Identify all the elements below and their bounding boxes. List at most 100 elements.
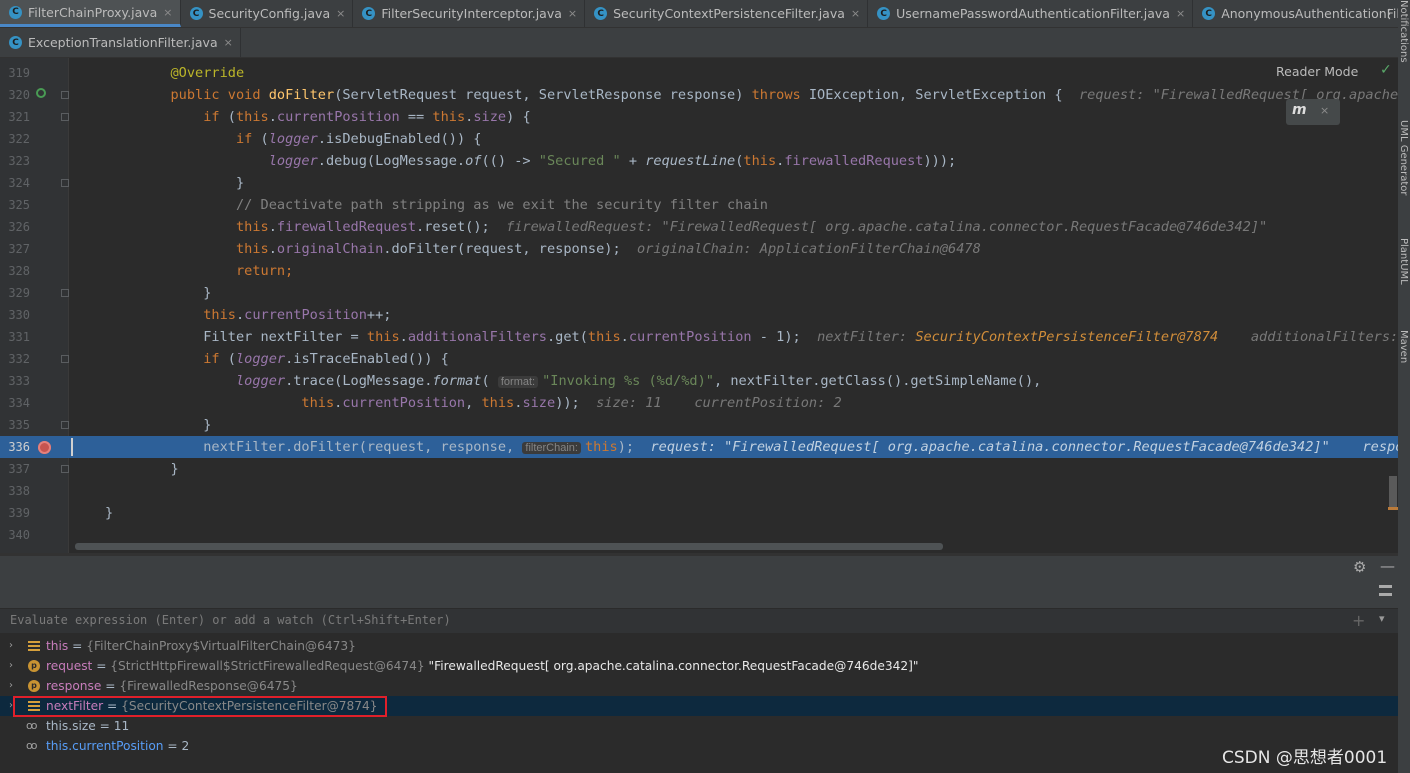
close-icon[interactable]: × [851,7,860,20]
editor-tab[interactable]: C UsernamePasswordAuthenticationFilter.ja… [868,0,1194,27]
code-text[interactable]: } [105,172,244,194]
line-number[interactable]: 320 [0,84,30,106]
code-line[interactable]: 331 Filter nextFilter = this.additionalF… [0,326,1398,348]
close-icon[interactable]: × [163,6,172,19]
code-line[interactable]: 322 if (logger.isDebugEnabled()) { [0,128,1398,150]
code-line[interactable]: 337 } [0,458,1398,480]
code-line[interactable]: 336 nextFilter.doFilter(request, respons… [0,436,1398,458]
code-line[interactable]: 333 logger.trace(LogMessage.format( form… [0,370,1398,392]
variable-row[interactable]: › p request = {StrictHttpFirewall$StrictFi… [0,656,1398,676]
more-tabs-icon[interactable]: ⋮ [1383,7,1396,22]
fold-marker-icon[interactable] [61,289,69,297]
variable-row[interactable]: › this = {FilterChainProxy$VirtualFilterC… [0,636,1398,656]
error-stripe-marker[interactable] [1388,507,1398,510]
horizontal-scrollbar[interactable] [75,543,943,550]
editor-tab[interactable]: C ExceptionTranslationFilter.java × [0,28,241,57]
maven-reload-icon[interactable]: m [1292,102,1307,118]
gear-icon[interactable]: ⚙ [1353,558,1366,576]
fold-marker-icon[interactable] [61,179,69,187]
variable-row[interactable]: oo this.size = 11 [0,716,1398,736]
code-text[interactable]: } [105,282,211,304]
code-text[interactable]: this.currentPosition, this.size)); size:… [105,392,841,414]
code-text[interactable]: public void doFilter(ServletRequest requ… [105,84,1398,106]
code-text[interactable]: } [105,458,178,480]
code-line[interactable]: 328 return; [0,260,1398,282]
layout-icon[interactable] [1379,585,1392,596]
editor-tab[interactable]: C SecurityConfig.java × [181,0,354,27]
editor-tab[interactable]: C FilterSecurityInterceptor.java × [353,0,586,27]
line-number[interactable]: 335 [0,414,30,436]
editor-tab[interactable]: C FilterChainProxy.java × [0,0,181,27]
evaluate-expression-field[interactable]: Evaluate expression (Enter) or add a wat… [0,608,1398,634]
code-editor[interactable]: 319 @Override 320 public void doFilter(Se… [0,58,1398,553]
minimize-icon[interactable]: — [1380,557,1395,575]
line-number[interactable]: 321 [0,106,30,128]
expand-chevron-icon[interactable]: › [9,676,13,696]
editor-tab[interactable]: CAnonymousAuthenticationFilter.java× [1193,0,1410,27]
line-number[interactable]: 323 [0,150,30,172]
code-text[interactable]: if (logger.isTraceEnabled()) { [105,348,449,370]
code-text[interactable]: this.firewalledRequest.reset(); firewall… [105,216,1267,238]
code-line[interactable]: 323 logger.debug(LogMessage.of(() -> "Se… [0,150,1398,172]
code-line[interactable]: 339} [0,502,1398,524]
variable-row[interactable]: oo this.currentPosition = 2 [0,736,1398,756]
expand-chevron-icon[interactable]: › [9,656,13,676]
line-number[interactable]: 336 [0,436,30,458]
line-number[interactable]: 325 [0,194,30,216]
override-method-icon[interactable] [36,88,46,98]
line-number[interactable]: 322 [0,128,30,150]
line-number[interactable]: 319 [0,62,30,84]
code-text[interactable]: } [105,502,113,524]
evaluate-expression-input[interactable]: Evaluate expression (Enter) or add a wat… [10,613,451,627]
code-text[interactable]: @Override [105,62,244,84]
tool-window-plantuml[interactable]: PlantUML [1398,238,1409,285]
code-line[interactable]: 319 @Override [0,62,1398,84]
code-line[interactable]: 334 this.currentPosition, this.size)); s… [0,392,1398,414]
variable-row[interactable]: › p response = {FirewalledResponse@6475} [0,676,1398,696]
vertical-scrollbar-thumb[interactable] [1389,476,1397,508]
code-line[interactable]: 326 this.firewalledRequest.reset(); fire… [0,216,1398,238]
code-text[interactable]: this.originalChain.doFilter(request, res… [105,238,981,260]
code-line[interactable]: 324 } [0,172,1398,194]
line-number[interactable]: 340 [0,524,30,546]
popup-close-icon[interactable]: × [1320,104,1329,117]
inspection-ok-icon[interactable]: ✓ [1380,62,1392,78]
code-line[interactable]: 327 this.originalChain.doFilter(request,… [0,238,1398,260]
code-line[interactable]: 335 } [0,414,1398,436]
code-line[interactable]: 320 public void doFilter(ServletRequest … [0,84,1398,106]
line-number[interactable]: 326 [0,216,30,238]
fold-marker-icon[interactable] [61,421,69,429]
line-number[interactable]: 339 [0,502,30,524]
tool-window-maven[interactable]: Maven [1398,330,1409,363]
line-number[interactable]: 338 [0,480,30,502]
code-line[interactable]: 338 [0,480,1398,502]
close-icon[interactable]: × [224,36,233,49]
code-text[interactable]: this.currentPosition++; [105,304,391,326]
line-number[interactable]: 328 [0,260,30,282]
fold-marker-icon[interactable] [61,91,69,99]
line-number[interactable]: 334 [0,392,30,414]
close-icon[interactable]: × [568,7,577,20]
code-text[interactable]: logger.trace(LogMessage.format( format: "… [105,370,1041,392]
line-number[interactable]: 329 [0,282,30,304]
add-watch-icon[interactable]: + [1352,611,1365,630]
code-line[interactable]: 325 // Deactivate path stripping as we e… [0,194,1398,216]
code-line[interactable]: 321 if (this.currentPosition == this.siz… [0,106,1398,128]
tool-window-notifications[interactable]: Notifications [1398,0,1409,63]
expand-chevron-icon[interactable]: › [9,636,13,656]
code-text[interactable]: Filter nextFilter = this.additionalFilte… [105,326,1398,348]
editor-tab[interactable]: C SecurityContextPersistenceFilter.java × [585,0,869,27]
code-text[interactable]: if (logger.isDebugEnabled()) { [105,128,482,150]
line-number[interactable]: 333 [0,370,30,392]
breakpoint-icon[interactable] [38,441,51,454]
line-number[interactable]: 337 [0,458,30,480]
code-text[interactable]: return; [105,260,293,282]
code-line[interactable]: 330 this.currentPosition++; [0,304,1398,326]
reader-mode-button[interactable]: Reader Mode [1276,64,1358,79]
code-text[interactable]: logger.debug(LogMessage.of(() -> "Secure… [105,150,957,172]
close-icon[interactable]: × [336,7,345,20]
tool-window-uml-generator[interactable]: UML Generator [1398,120,1409,195]
fold-marker-icon[interactable] [61,465,69,473]
code-line[interactable]: 332 if (logger.isTraceEnabled()) { [0,348,1398,370]
close-icon[interactable]: × [1176,7,1185,20]
